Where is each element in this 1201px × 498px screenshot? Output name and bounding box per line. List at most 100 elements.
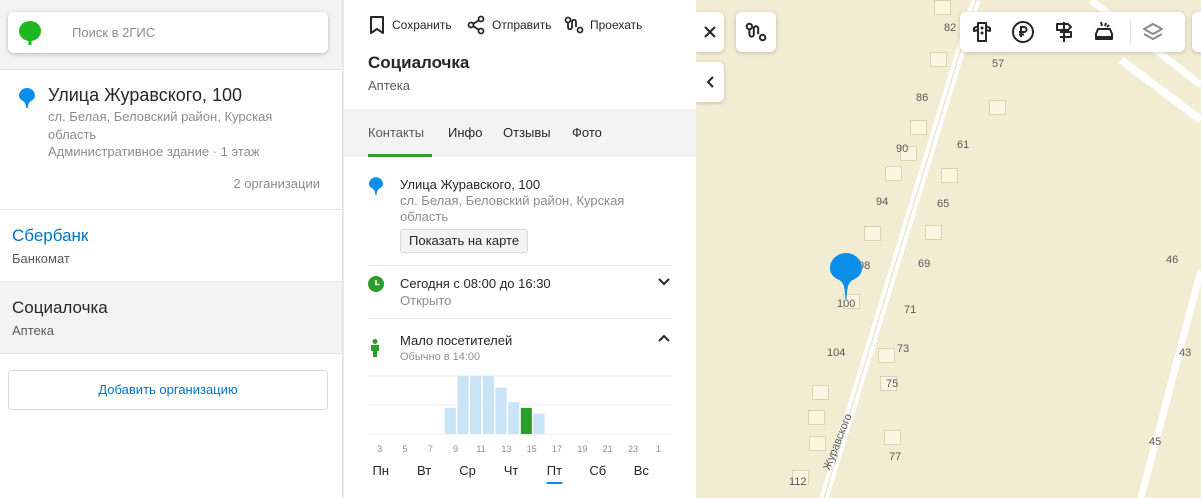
address-subtitle: сл. Белая, Беловский район, Курская обла… — [48, 109, 273, 142]
map-marker-icon[interactable] — [830, 253, 862, 301]
address-title: Улица Журавского, 100 — [48, 85, 243, 105]
chart-bar — [495, 387, 507, 434]
org-type: Банкомат — [12, 251, 70, 266]
search-results-panel: Поиск в 2ГИС Улица Журавского, 100 сл. Б… — [0, 0, 343, 498]
map-extra-button[interactable] — [1192, 12, 1201, 52]
search-input[interactable]: Поиск в 2ГИС — [8, 12, 328, 53]
ruble-icon[interactable] — [1011, 20, 1035, 44]
org-item-socialochka[interactable]: Социалочка Аптека — [0, 282, 342, 354]
map-building — [884, 430, 901, 445]
chevron-down-icon[interactable] — [658, 278, 670, 286]
place-category: Аптека — [368, 78, 410, 93]
map-building — [934, 0, 951, 15]
person-icon — [371, 339, 379, 357]
active-tab-indicator — [368, 154, 432, 157]
close-icon — [704, 26, 716, 38]
tab-contacts[interactable]: Контакты — [368, 125, 424, 140]
chart-hour-tick: 9 — [453, 444, 458, 454]
map-building — [930, 52, 947, 67]
map-view[interactable]: 82 57 86 90 61 94 65 98 69 100 71 104 73… — [696, 0, 1201, 498]
chart-hour-tick: 21 — [603, 444, 613, 454]
chart-day-tab[interactable]: Чт — [504, 463, 519, 478]
map-building — [941, 168, 958, 183]
chart-day-tab[interactable]: Ср — [459, 463, 476, 478]
house-number: 82 — [944, 22, 957, 34]
visitors-usual-time: Обычно в 14:00 — [400, 351, 481, 363]
route-planner-button[interactable] — [736, 12, 776, 52]
chart-bar — [470, 376, 482, 434]
popular-times-chart: 35791113151719212313ПнВтСрЧтПтСбВс — [368, 375, 672, 484]
chart-hour-tick: 11 — [476, 444, 485, 454]
house-number: 94 — [876, 196, 889, 208]
place-detail-panel: Сохранить Отправить Проехать Социалочка … — [344, 0, 696, 498]
address-locality: сл. Белая, Беловский район, Курская обла… — [400, 193, 625, 224]
org-type: Аптека — [12, 323, 54, 338]
org-name: Сбербанк — [12, 226, 89, 245]
divider — [368, 265, 672, 266]
share-button[interactable]: Отправить — [466, 14, 552, 36]
map-building — [878, 348, 895, 363]
tab-reviews[interactable]: Отзывы — [503, 125, 551, 140]
chart-bar — [482, 376, 494, 434]
chart-hour-tick: 5 — [402, 444, 407, 454]
collapse-panel-button[interactable] — [696, 62, 724, 102]
chart-hour-tick: 19 — [577, 444, 587, 454]
address-card[interactable]: Улица Журавского, 100 сл. Белая, Беловск… — [0, 70, 342, 210]
car-crash-icon[interactable] — [1092, 20, 1116, 44]
tab-photos[interactable]: Фото — [572, 125, 602, 140]
map-building — [885, 166, 902, 181]
open-status: Открыто — [400, 293, 452, 308]
close-panel-button[interactable] — [696, 12, 724, 52]
route-button[interactable]: Проехать — [564, 14, 642, 36]
house-number: 46 — [1166, 254, 1179, 266]
detail-tabs: Контакты Инфо Отзывы Фото — [344, 109, 696, 157]
house-number: 57 — [992, 58, 1005, 70]
org-name: Социалочка — [12, 298, 108, 317]
add-organization-button[interactable]: Добавить организацию — [8, 370, 328, 410]
map-building — [925, 225, 942, 240]
chart-hour-tick: 23 — [628, 444, 638, 454]
chart-hour-tick: 17 — [552, 444, 562, 454]
route-icon — [745, 22, 767, 42]
traffic-light-icon[interactable] — [970, 20, 994, 44]
chart-hour-tick: 15 — [527, 444, 537, 454]
house-number: 104 — [827, 347, 846, 359]
map-building — [808, 410, 825, 425]
signpost-icon[interactable] — [1052, 20, 1076, 44]
house-number: 75 — [886, 378, 899, 390]
route-label: Проехать — [590, 18, 643, 32]
chart-bar — [508, 402, 520, 434]
chart-day-tab[interactable]: Сб — [589, 463, 606, 478]
chart-hour-tick: 7 — [428, 444, 433, 454]
2gis-logo-icon — [19, 21, 41, 45]
house-number: 69 — [918, 258, 931, 270]
chart-day-tab[interactable]: Пн — [372, 463, 389, 478]
share-label: Отправить — [492, 18, 552, 32]
address-line[interactable]: Улица Журавского, 100 — [400, 177, 540, 192]
location-pin-icon — [369, 177, 383, 195]
house-number: 73 — [897, 343, 910, 355]
chart-hour-tick: 1 — [656, 444, 661, 454]
share-icon — [467, 15, 485, 35]
map-building — [809, 436, 826, 451]
tab-info[interactable]: Инфо — [448, 125, 482, 140]
save-button[interactable]: Сохранить — [368, 14, 452, 36]
house-number: 90 — [896, 143, 909, 155]
organizations-count[interactable]: 2 организации — [233, 176, 320, 191]
house-number: 112 — [789, 476, 807, 488]
chart-hour-tick: 3 — [377, 444, 382, 454]
visitors-level: Мало посетителей — [400, 333, 513, 348]
layers-icon[interactable] — [1141, 20, 1165, 44]
chart-bar — [533, 413, 545, 434]
show-on-map-button[interactable]: Показать на карте — [400, 229, 529, 253]
chevron-up-icon[interactable] — [658, 334, 670, 342]
divider — [368, 318, 672, 319]
search-placeholder: Поиск в 2ГИС — [72, 25, 156, 40]
chart-day-tab[interactable]: Пт — [547, 463, 562, 478]
location-pin-icon — [19, 88, 35, 108]
chart-day-tab[interactable]: Вс — [634, 463, 650, 478]
route-icon — [564, 16, 584, 34]
chart-day-tab[interactable]: Вт — [417, 463, 431, 478]
org-item-sberbank[interactable]: Сбербанк Банкомат — [0, 210, 342, 282]
hours-today: Сегодня с 08:00 до 16:30 — [400, 276, 551, 291]
